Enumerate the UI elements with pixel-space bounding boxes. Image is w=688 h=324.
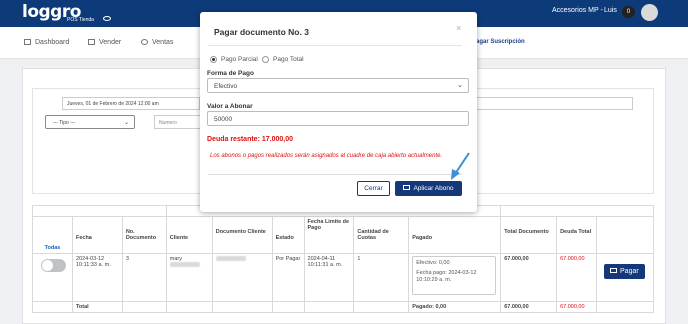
arrow-shaft	[454, 152, 470, 175]
arrow-head	[451, 169, 460, 180]
modal-overlay: Pagar documento No. 3 × Pago Parcial Pag…	[0, 0, 688, 324]
pointer-arrow	[451, 152, 470, 180]
